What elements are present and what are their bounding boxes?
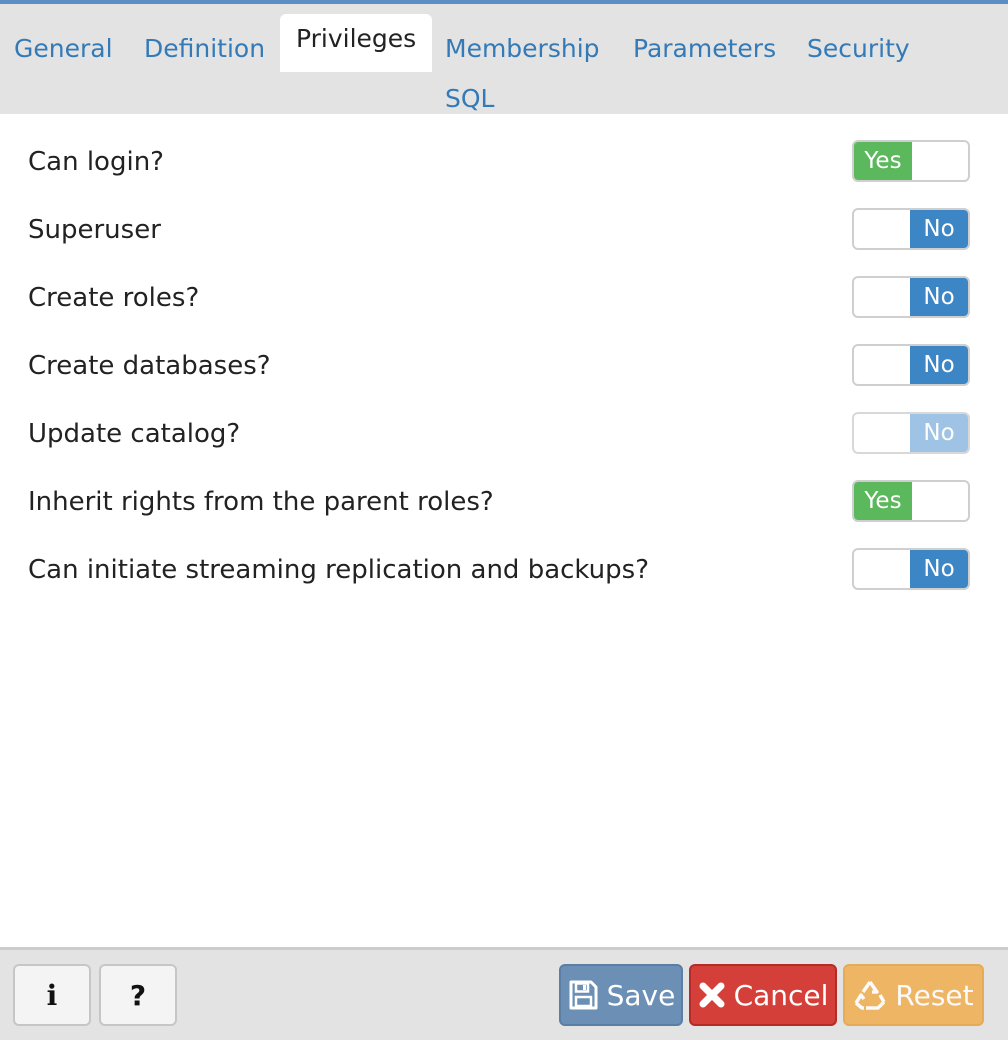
save-label: Save [606, 978, 676, 1012]
inherit-rights-toggle[interactable]: Yes [852, 480, 970, 522]
tab-bar: General Definition Privileges Membership… [0, 4, 1008, 114]
toggle-state: No [910, 278, 968, 316]
toggle-state: Yes [854, 142, 912, 180]
privilege-row-superuser: Superuser No [0, 200, 1008, 260]
dialog-footer: i ? Save Cancel Reset [0, 947, 1008, 1040]
cancel-label: Cancel [733, 978, 829, 1012]
reset-label: Reset [895, 978, 974, 1012]
privilege-label: Can initiate streaming replication and b… [28, 555, 650, 585]
info-button[interactable]: i [13, 964, 91, 1026]
toggle-state: Yes [854, 482, 912, 520]
privilege-row-can-login: Can login? Yes [0, 132, 1008, 192]
toggle-state: No [910, 414, 968, 452]
privilege-label: Inherit rights from the parent roles? [28, 487, 494, 517]
replication-toggle[interactable]: No [852, 548, 970, 590]
privilege-row-update-catalog: Update catalog? No [0, 404, 1008, 464]
privilege-label: Create roles? [28, 283, 200, 313]
privilege-row-create-databases: Create databases? No [0, 336, 1008, 396]
privilege-label: Superuser [28, 215, 161, 245]
tab-sql[interactable]: SQL [445, 74, 494, 126]
tab-security[interactable]: Security [807, 24, 910, 76]
privilege-row-create-roles: Create roles? No [0, 268, 1008, 328]
toggle-state: No [910, 210, 968, 248]
tab-definition[interactable]: Definition [144, 24, 265, 76]
recycle-icon [853, 979, 887, 1011]
save-button[interactable]: Save [559, 964, 683, 1026]
privilege-label: Update catalog? [28, 419, 241, 449]
can-login-toggle[interactable]: Yes [852, 140, 970, 182]
privilege-label: Can login? [28, 147, 164, 177]
create-databases-toggle[interactable]: No [852, 344, 970, 386]
superuser-toggle[interactable]: No [852, 208, 970, 250]
help-button[interactable]: ? [99, 964, 177, 1026]
update-catalog-toggle: No [852, 412, 970, 454]
help-icon: ? [129, 978, 147, 1012]
tab-membership[interactable]: Membership [445, 24, 600, 76]
reset-button[interactable]: Reset [843, 964, 984, 1026]
privilege-row-replication: Can initiate streaming replication and b… [0, 540, 1008, 600]
cancel-button[interactable]: Cancel [689, 964, 837, 1026]
create-roles-toggle[interactable]: No [852, 276, 970, 318]
toggle-state: No [910, 550, 968, 588]
close-icon [698, 981, 726, 1009]
privilege-label: Create databases? [28, 351, 271, 381]
tab-privileges[interactable]: Privileges [280, 14, 433, 72]
toggle-state: No [910, 346, 968, 384]
privilege-row-inherit-rights: Inherit rights from the parent roles? Ye… [0, 472, 1008, 532]
tab-parameters[interactable]: Parameters [633, 24, 776, 76]
info-icon: i [46, 978, 58, 1012]
tab-general[interactable]: General [14, 24, 113, 76]
floppy-disk-icon [567, 979, 599, 1011]
